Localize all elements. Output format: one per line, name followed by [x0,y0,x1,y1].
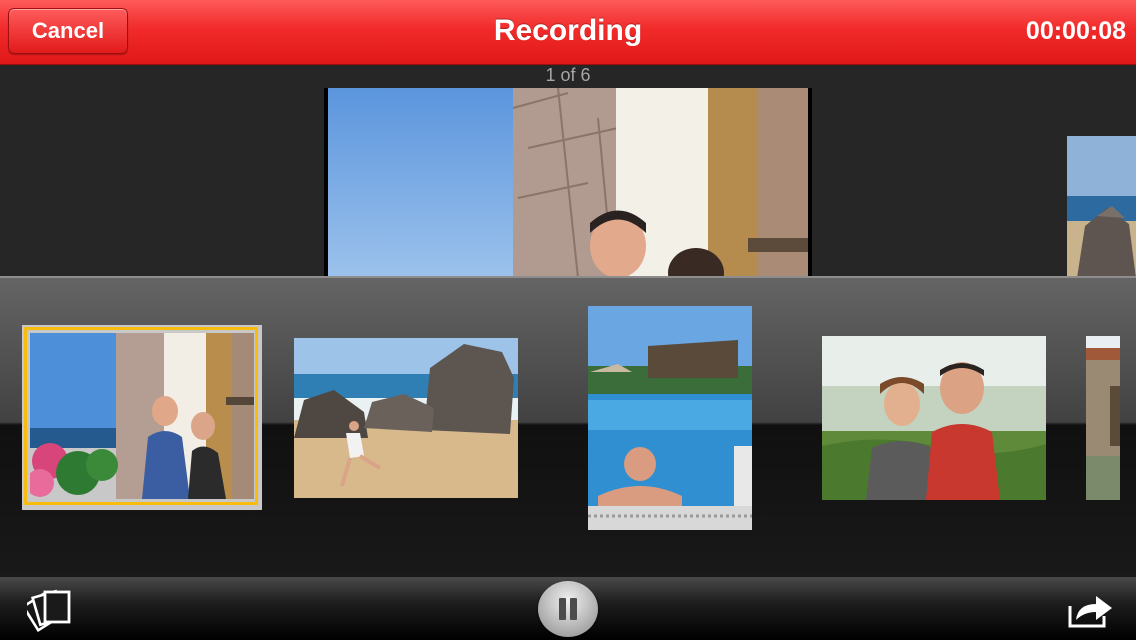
thumbnail-3[interactable] [588,306,752,530]
share-icon[interactable] [1066,590,1114,630]
thumbnail-5-image [1086,336,1120,500]
selection-highlight [24,327,258,505]
next-photo-preview[interactable] [1067,136,1136,278]
navigation-bar: Cancel Recording 00:00:08 [0,0,1136,65]
share-icon-svg [1068,596,1112,628]
current-photo-image [328,88,808,278]
thumbnail-3-image [588,306,752,530]
recording-timer: 00:00:08 [1025,17,1126,45]
photo-stack-icon-svg [21,589,71,633]
photo-counter: 1 of 6 [545,65,591,85]
thumbnail-2[interactable] [294,338,518,498]
thumbnail-5-partial[interactable] [1086,336,1120,500]
thumbnail-2-image [294,338,518,498]
thumbnail-4[interactable] [822,336,1046,500]
photo-stack-icon[interactable] [21,586,73,633]
current-photo[interactable] [324,88,812,278]
thumbnail-4-image [822,336,1046,500]
thumbnail-1-selected[interactable] [22,325,262,510]
pause-icon [559,598,566,620]
pause-icon-bar [570,598,577,620]
pause-button[interactable] [538,581,598,637]
page-title: Recording [493,14,643,47]
next-photo-image [1067,136,1136,278]
